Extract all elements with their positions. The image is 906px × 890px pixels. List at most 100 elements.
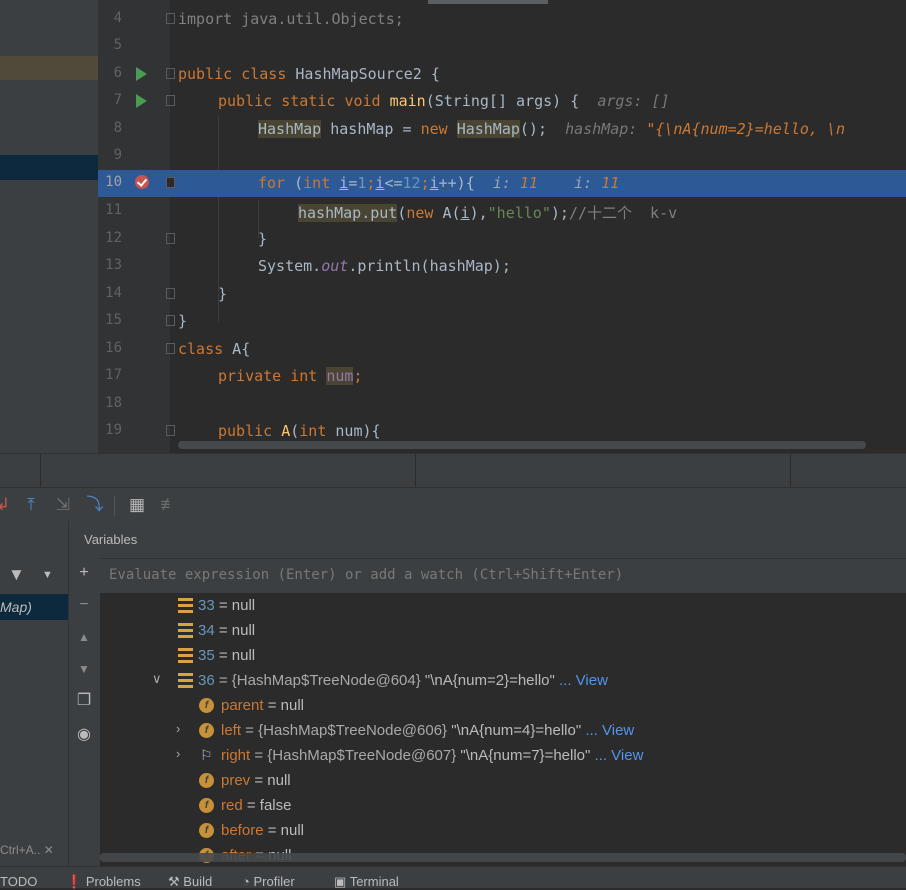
- line-number: 9: [113, 147, 122, 163]
- class-name: HashMapSource2 {: [295, 65, 440, 83]
- type-name: HashMap: [258, 120, 322, 138]
- run-gutter-icon[interactable]: [136, 67, 147, 81]
- inline-debug-hint: i:: [492, 174, 511, 192]
- dropdown-arrow-icon[interactable]: ▼: [42, 569, 53, 581]
- code-line-6[interactable]: 6 public class HashMapSource2 {: [98, 61, 906, 88]
- drop-frame-icon[interactable]: ⇲: [52, 494, 74, 516]
- chevron-right-icon[interactable]: ›: [176, 746, 180, 761]
- code-line-10-execution-point[interactable]: 10 for (int i=1;i<=12;i++){ i: 11 i: 11: [98, 170, 906, 197]
- watch-input[interactable]: Evaluate expression (Enter) or add a wat…: [109, 567, 623, 583]
- tree-row[interactable]: f parent = null: [100, 693, 906, 718]
- punct: ++){: [438, 174, 475, 192]
- line-number: 17: [105, 367, 122, 383]
- fold-marker[interactable]: [166, 315, 175, 326]
- fold-marker[interactable]: [166, 343, 175, 354]
- code-line-7[interactable]: 7 public static void main(String[] args)…: [98, 88, 906, 115]
- field-icon: f: [199, 823, 214, 838]
- tab-separator: [790, 454, 791, 488]
- code-line-14[interactable]: 14 }: [98, 281, 906, 308]
- inline-debug-hint: args: []: [597, 92, 670, 110]
- fold-marker[interactable]: [166, 425, 175, 436]
- code-text: import java.util.Objects;: [178, 10, 404, 28]
- tree-row[interactable]: › ⚐ right = {HashMap$TreeNode@607} "\nA{…: [100, 743, 906, 768]
- trace-icon[interactable]: ≢: [158, 494, 180, 516]
- tree-row[interactable]: 35 = null: [100, 643, 906, 668]
- code-line-4[interactable]: 4 import java.util.Objects;: [98, 6, 906, 33]
- punct: ();: [519, 120, 547, 138]
- code-line-13[interactable]: 13 System.out.println(hashMap);: [98, 253, 906, 280]
- close-icon[interactable]: ✕: [44, 843, 54, 857]
- tree-row[interactable]: f prev = null: [100, 768, 906, 793]
- watch-expression-bar[interactable]: Evaluate expression (Enter) or add a wat…: [100, 558, 906, 594]
- class-ref: System.: [258, 257, 322, 275]
- move-up-icon[interactable]: ▲: [75, 628, 93, 646]
- var-name: left: [221, 722, 242, 739]
- var-ref: = {HashMap$TreeNode@606}: [241, 722, 452, 739]
- view-link[interactable]: ... View: [555, 672, 608, 689]
- var-string: "\nA{num=2}=hello": [424, 672, 555, 689]
- step-out-icon[interactable]: ↲: [0, 494, 14, 516]
- class-name: A{: [223, 340, 251, 358]
- problems-tab[interactable]: ❗ Problems: [66, 874, 141, 890]
- view-options-icon[interactable]: ◉: [75, 726, 93, 744]
- tree-row[interactable]: 34 = null: [100, 618, 906, 643]
- variables-tree[interactable]: 33 = null 34 = null 35 = null ∨ 36 = {Ha…: [100, 593, 906, 866]
- code-line-15[interactable]: 15 }: [98, 308, 906, 335]
- code-line-5[interactable]: 5: [98, 33, 906, 60]
- code-line-16[interactable]: 16 class A{: [98, 336, 906, 363]
- step-out-up-icon[interactable]: ⤒: [20, 494, 42, 516]
- editor-top-scrollbar[interactable]: [428, 0, 548, 4]
- code-text: System.out.println(hashMap);: [258, 257, 511, 275]
- build-tab[interactable]: ⚒ Build: [168, 874, 212, 890]
- project-item-selected[interactable]: [0, 155, 98, 180]
- var-name: parent: [221, 697, 264, 714]
- run-gutter-icon[interactable]: [136, 94, 147, 108]
- params: num){: [326, 422, 381, 440]
- project-item-highlight[interactable]: [0, 56, 98, 80]
- view-link[interactable]: ... View: [581, 722, 634, 739]
- breakpoint-icon[interactable]: [135, 175, 149, 189]
- move-down-icon[interactable]: ▼: [75, 660, 93, 678]
- add-watch-icon[interactable]: +: [75, 564, 93, 582]
- inline-debug-value: 11: [601, 174, 620, 192]
- view-link[interactable]: ... View: [590, 747, 644, 764]
- string: "hello": [487, 204, 551, 222]
- fold-marker[interactable]: [166, 288, 175, 299]
- var-value: = null: [214, 622, 256, 639]
- filter-icon[interactable]: ▼: [8, 565, 25, 585]
- fold-marker[interactable]: [166, 177, 175, 188]
- fold-marker[interactable]: [166, 95, 175, 106]
- copy-icon[interactable]: ❐: [75, 692, 93, 710]
- code-line-8[interactable]: 8 HashMap hashMap = new HashMap(); hashM…: [98, 116, 906, 143]
- code-line-11[interactable]: 11 hashMap.put(new A(i),"hello");//十二个 k…: [98, 198, 906, 225]
- code-line-9[interactable]: 9: [98, 143, 906, 170]
- fold-marker[interactable]: [166, 68, 175, 79]
- selected-frame[interactable]: Map): [0, 594, 68, 620]
- code-line-12[interactable]: 12 }: [98, 226, 906, 253]
- run-to-cursor-icon[interactable]: ⤵: [84, 494, 106, 516]
- keyword: public: [178, 65, 233, 83]
- code-line-18[interactable]: 18: [98, 391, 906, 418]
- tree-row[interactable]: f before = null: [100, 818, 906, 843]
- remove-watch-icon[interactable]: −: [75, 596, 93, 614]
- variables-horizontal-scrollbar[interactable]: [100, 853, 906, 862]
- tree-row-expanded[interactable]: ∨ 36 = {HashMap$TreeNode@604} "\nA{num=2…: [100, 668, 906, 693]
- editor-horizontal-scrollbar[interactable]: [178, 441, 866, 449]
- code-text: for (int i=1;i<=12;i++){ i: 11 i: 11: [258, 174, 619, 192]
- var-name: before: [221, 822, 264, 839]
- keyword: public: [218, 92, 273, 110]
- fold-marker[interactable]: [166, 13, 175, 24]
- chevron-down-icon[interactable]: ∨: [152, 671, 162, 687]
- code-line-17[interactable]: 17 private int num;: [98, 363, 906, 390]
- punct: ;: [420, 174, 430, 192]
- chevron-right-icon[interactable]: ›: [176, 721, 180, 736]
- comment: //十二个 k-v: [568, 204, 678, 222]
- tree-row[interactable]: f red = false: [100, 793, 906, 818]
- frames-toolbar: ▼ ▼: [0, 559, 68, 593]
- evaluate-expression-icon[interactable]: ▦: [126, 494, 148, 516]
- tree-row[interactable]: 33 = null: [100, 593, 906, 618]
- fold-marker[interactable]: [166, 233, 175, 244]
- tree-row[interactable]: › f left = {HashMap$TreeNode@606} "\nA{n…: [100, 718, 906, 743]
- terminal-tab[interactable]: ▣ Terminal: [334, 874, 399, 890]
- var-ref: = {HashMap$TreeNode@607}: [250, 747, 461, 764]
